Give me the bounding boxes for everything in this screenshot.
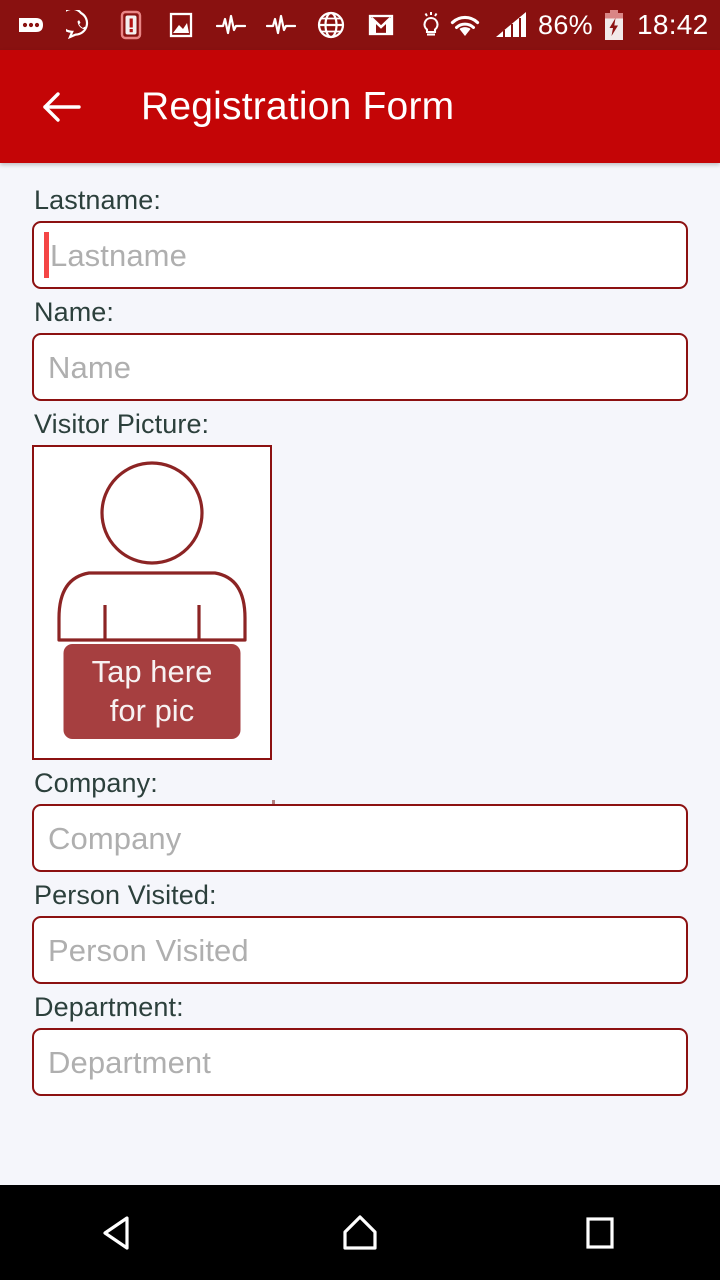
field-person-visited: Person Visited: Person Visited bbox=[32, 876, 688, 984]
tap-here-for-pic-button[interactable]: Tap here for pic bbox=[63, 644, 241, 739]
placeholder-person-visited: Person Visited bbox=[48, 932, 249, 968]
input-name[interactable]: Name bbox=[32, 333, 688, 401]
nav-recents-button[interactable] bbox=[540, 1185, 660, 1280]
label-visitor-picture: Visitor Picture: bbox=[34, 409, 210, 439]
status-bar-notification-icons bbox=[16, 10, 446, 40]
field-name: Name: Name bbox=[32, 293, 688, 401]
battery-charging-icon bbox=[603, 9, 625, 41]
field-company: Company: Company bbox=[32, 764, 688, 872]
wifi-icon bbox=[446, 9, 484, 41]
tap-here-line-2: for pic bbox=[109, 692, 195, 728]
nav-back-button[interactable] bbox=[60, 1185, 180, 1280]
gmail-icon bbox=[366, 10, 396, 40]
field-visitor-picture: Visitor Picture: Tap here for pic bbox=[32, 405, 688, 808]
nav-home-button[interactable] bbox=[300, 1185, 420, 1280]
whatsapp-icon bbox=[66, 10, 96, 40]
page-title: Registration Form bbox=[141, 84, 455, 128]
messages-icon bbox=[16, 10, 46, 40]
back-button[interactable] bbox=[36, 81, 88, 133]
visitor-picture-frame[interactable]: Tap here for pic bbox=[32, 445, 272, 760]
placeholder-company: Company bbox=[48, 820, 182, 856]
label-person-visited: Person Visited: bbox=[34, 880, 217, 910]
lightbulb-icon bbox=[416, 10, 446, 40]
recents-square-icon bbox=[586, 1216, 614, 1249]
home-pentagon-icon bbox=[343, 1214, 377, 1250]
field-department: Department: Department bbox=[32, 988, 688, 1096]
image-icon bbox=[166, 10, 196, 40]
clock-label: 18:42 bbox=[636, 9, 709, 40]
input-company[interactable]: Company bbox=[32, 804, 688, 872]
status-bar: 86% 18:42 bbox=[0, 0, 720, 50]
back-triangle-icon bbox=[103, 1215, 129, 1250]
android-navigation-bar bbox=[0, 1185, 720, 1280]
tap-here-line-1: Tap here bbox=[91, 653, 213, 689]
cellular-signal-icon bbox=[494, 9, 528, 41]
pulse-icon-1 bbox=[216, 10, 246, 40]
arrow-back-icon bbox=[43, 91, 81, 122]
placeholder-lastname: Lastname bbox=[50, 237, 187, 273]
text-caret bbox=[44, 232, 49, 278]
placeholder-department: Department bbox=[48, 1044, 211, 1080]
person-placeholder-icon bbox=[57, 461, 247, 642]
registration-form: Lastname: Lastname Name: Name Visitor Pi… bbox=[0, 163, 720, 1185]
app-bar: Registration Form bbox=[0, 50, 720, 163]
label-lastname: Lastname: bbox=[34, 185, 161, 215]
alert-icon bbox=[116, 10, 146, 40]
input-person-visited[interactable]: Person Visited bbox=[32, 916, 688, 984]
phone-screen: 86% 18:42 Registration Form Lastname: La… bbox=[0, 0, 720, 1280]
battery-percent-label: 86% bbox=[538, 9, 593, 40]
placeholder-name: Name bbox=[48, 349, 132, 385]
browser-icon bbox=[316, 10, 346, 40]
label-department: Department: bbox=[34, 992, 184, 1022]
status-bar-system-icons: 86% 18:42 bbox=[446, 9, 709, 41]
label-name: Name: bbox=[34, 297, 115, 327]
label-company: Company: bbox=[34, 768, 158, 798]
pulse-icon-2 bbox=[266, 10, 296, 40]
input-lastname[interactable]: Lastname bbox=[32, 221, 688, 289]
field-lastname: Lastname: Lastname bbox=[32, 181, 688, 289]
input-department[interactable]: Department bbox=[32, 1028, 688, 1096]
